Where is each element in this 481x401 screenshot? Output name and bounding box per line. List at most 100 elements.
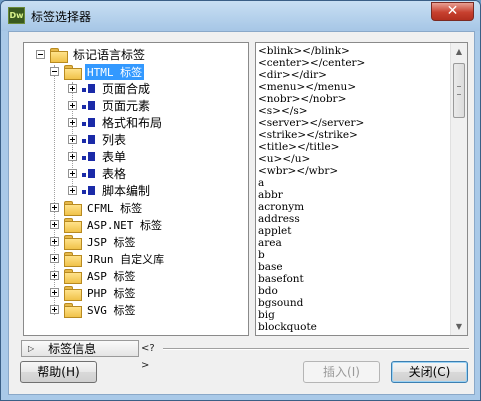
tree-node-label: 页面合成 [102, 82, 151, 96]
tag-list-item[interactable]: <center></center> [258, 57, 365, 69]
tree-node-svg-tags[interactable]: SVG 标签 [50, 301, 136, 318]
folder-icon [64, 218, 82, 233]
window-title: 标签选择器 [31, 10, 92, 24]
tag-list-item[interactable]: address [258, 213, 300, 225]
tag-list-item[interactable]: <u></u> [258, 153, 310, 165]
tree-node-cfml-tags[interactable]: CFML 标签 [50, 199, 142, 216]
expand-toggle-icon[interactable] [50, 220, 59, 229]
tag-info-toggle[interactable]: ▷ 标签信息 [21, 340, 139, 357]
expand-toggle-icon[interactable] [68, 118, 77, 127]
tag-list-item[interactable]: <menu></menu> [258, 81, 356, 93]
tag-list-item[interactable]: <blink></blink> [258, 45, 350, 57]
expand-toggle-icon[interactable] [68, 101, 77, 110]
expand-toggle-icon[interactable] [50, 203, 59, 212]
tree-node-scripting[interactable]: 脚本编制 [68, 182, 150, 199]
tree-node-label: 表单 [102, 150, 127, 164]
tag-list-item[interactable]: acronym [258, 201, 304, 213]
expand-toggle-icon[interactable] [68, 186, 77, 195]
folder-icon [64, 269, 82, 284]
tag-list-item[interactable]: <wbr></wbr> [258, 165, 338, 177]
tree-node-lists[interactable]: 列表 [68, 131, 126, 148]
expand-toggle-icon[interactable] [68, 135, 77, 144]
tag-list-item[interactable]: big [258, 309, 275, 321]
tree-node-label: JRun 自定义库 [87, 252, 165, 266]
tree-node-label: CFML 标签 [87, 201, 143, 215]
tree-node-label-selected: HTML 标签 [85, 63, 145, 80]
tree-node-markup-tags[interactable]: 标记语言标签 [36, 46, 145, 63]
tag-list-item[interactable]: bgsound [258, 297, 303, 309]
tag-list-item[interactable]: base [258, 261, 283, 273]
insert-button[interactable]: 插入(I) [303, 361, 380, 383]
tag-list-item[interactable]: <dir></dir> [258, 69, 327, 81]
scroll-thumb[interactable] [453, 63, 465, 118]
dialog-body: 标记语言标签 HTML 标签 页面合成 页面元素 格式和布局 列表 表单 表格 … [8, 31, 475, 395]
folder-open-icon [64, 65, 82, 80]
tag-list-item[interactable]: applet [258, 225, 292, 237]
tree-node-label: SVG 标签 [87, 303, 136, 317]
tag-list-item[interactable]: blockquote [258, 321, 317, 333]
tree-node-label: ASP 标签 [87, 269, 136, 283]
expand-triangle-icon: ▷ [28, 344, 35, 353]
scroll-up-icon[interactable]: ▲ [451, 43, 467, 60]
tree-node-jrun-custom-library[interactable]: JRun 自定义库 [50, 250, 164, 267]
expand-toggle-icon[interactable] [50, 305, 59, 314]
tree-node-label: 标记语言标签 [73, 48, 146, 62]
expand-toggle-icon[interactable] [68, 84, 77, 93]
folder-icon [64, 252, 82, 267]
tag-list-item[interactable]: bdo [258, 285, 278, 297]
tree-node-label: 页面元素 [102, 99, 151, 113]
tag-group-icon [82, 100, 96, 112]
dreamweaver-logo-icon: Dw [8, 7, 25, 24]
tree-node-html-tags[interactable]: HTML 标签 [50, 63, 145, 80]
tree-node-asp-tags[interactable]: ASP 标签 [50, 267, 136, 284]
help-button[interactable]: 帮助(H) [20, 361, 97, 383]
expand-toggle-icon[interactable] [68, 152, 77, 161]
tag-chooser-window: Dw 标签选择器 ✕ 标记语言标签 HTML 标签 页面合成 页面元素 格式和布… [0, 0, 481, 401]
collapse-toggle-icon[interactable] [50, 67, 59, 76]
tag-list-item[interactable]: <nobr></nobr> [258, 93, 346, 105]
expand-toggle-icon[interactable] [68, 169, 77, 178]
window-close-button[interactable]: ✕ [431, 2, 474, 21]
tree-node-label: JSP 标签 [87, 235, 136, 249]
tag-help-icon[interactable]: <?> [141, 340, 163, 371]
tree-node-page-composition[interactable]: 页面合成 [68, 80, 150, 97]
tree-node-php-tags[interactable]: PHP 标签 [50, 284, 136, 301]
tree-node-page-elements[interactable]: 页面元素 [68, 97, 150, 114]
expand-toggle-icon[interactable] [50, 254, 59, 263]
tag-list-item[interactable]: a [258, 177, 264, 189]
tree-node-label: 列表 [102, 133, 127, 147]
folder-icon [64, 235, 82, 250]
scroll-down-icon[interactable]: ▼ [451, 318, 467, 335]
folder-icon [64, 201, 82, 216]
folder-icon [64, 286, 82, 301]
tree-node-aspnet-tags[interactable]: ASP.NET 标签 [50, 216, 162, 233]
tag-category-tree[interactable]: 标记语言标签 HTML 标签 页面合成 页面元素 格式和布局 列表 表单 表格 … [23, 42, 249, 336]
tag-list[interactable]: <blink></blink> <center></center> <dir></d… [255, 42, 468, 336]
tag-list-item[interactable]: <title></title> [258, 141, 339, 153]
tag-list-item[interactable]: abbr [258, 189, 283, 201]
tree-node-label: 脚本编制 [102, 184, 151, 198]
tree-node-tables[interactable]: 表格 [68, 165, 126, 182]
tree-node-label: 格式和布局 [102, 116, 163, 130]
tag-group-icon [82, 168, 96, 180]
expand-toggle-icon[interactable] [50, 288, 59, 297]
tree-node-formatting-layout[interactable]: 格式和布局 [68, 114, 162, 131]
tag-group-icon [82, 83, 96, 95]
tag-list-scrollbar[interactable]: ▲ ▼ [450, 43, 467, 335]
tag-group-icon [82, 185, 96, 197]
close-button[interactable]: 关闭(C) [391, 361, 468, 383]
tree-node-jsp-tags[interactable]: JSP 标签 [50, 233, 136, 250]
expand-toggle-icon[interactable] [50, 237, 59, 246]
title-bar[interactable]: Dw 标签选择器 ✕ [1, 1, 480, 31]
tag-group-icon [82, 117, 96, 129]
folder-open-icon [50, 48, 68, 63]
tag-list-item[interactable]: <server></server> [258, 117, 364, 129]
tag-list-item[interactable]: <strike></strike> [258, 129, 358, 141]
tag-list-item[interactable]: basefont [258, 273, 304, 285]
expand-toggle-icon[interactable] [50, 271, 59, 280]
collapse-toggle-icon[interactable] [36, 50, 45, 59]
tag-list-item[interactable]: area [258, 237, 282, 249]
tree-node-forms[interactable]: 表单 [68, 148, 126, 165]
tag-list-item[interactable]: b [258, 249, 265, 261]
tag-list-item[interactable]: <s></s> [258, 105, 308, 117]
